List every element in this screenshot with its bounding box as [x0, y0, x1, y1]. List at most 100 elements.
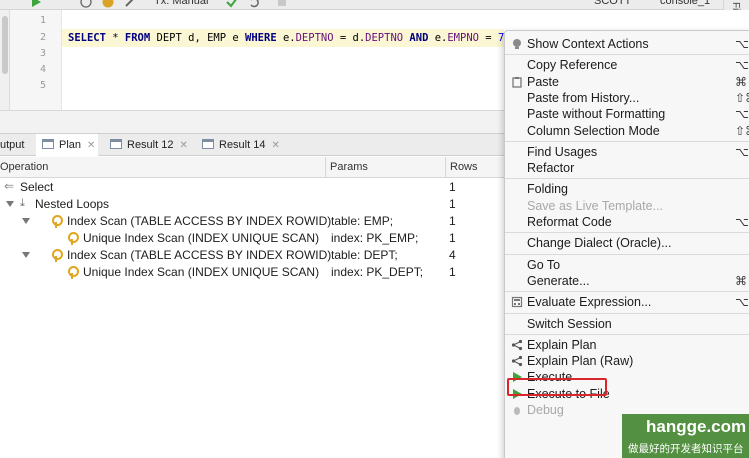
sql-token: DEPT d, EMP e — [150, 32, 246, 44]
menu-item-label: Find Usages — [527, 144, 598, 159]
sql-token: e. — [428, 32, 448, 44]
lightbulb-icon — [513, 39, 521, 49]
menu-item-shortcut: ⌥⇧⌘ — [735, 58, 749, 73]
plan-table-header: Operation Params Rows — [0, 157, 504, 178]
menu-item-switch-session[interactable]: Switch Session — [505, 316, 749, 333]
menu-item-label: Paste from History... — [527, 90, 640, 105]
column-header-rows[interactable]: Rows — [446, 157, 504, 178]
expand-toggle-icon[interactable] — [22, 218, 30, 224]
console-dropdown[interactable]: console_1 — [660, 0, 710, 8]
tab-result-12[interactable]: Result 12 ✕ — [104, 134, 190, 156]
menu-item-label: Column Selection Mode — [527, 123, 660, 138]
sql-query-line[interactable]: SELECT * FROM DEPT d, EMP e WHERE e.DEPT… — [62, 29, 523, 47]
params-cell: index: PK_EMP; — [331, 231, 419, 245]
menu-separator — [505, 312, 749, 314]
clipboard-icon — [512, 76, 522, 88]
menu-separator — [505, 54, 749, 56]
column-header-params[interactable]: Params — [326, 157, 446, 178]
menu-item-label: Go To — [527, 257, 561, 272]
menu-item-folding[interactable]: Folding — [505, 181, 749, 198]
menu-item-label: Explain Plan — [527, 337, 597, 352]
menu-item-label: Reformat Code — [527, 215, 612, 229]
menu-item-label: Generate... — [527, 273, 590, 288]
menu-item-label: Switch Session — [527, 316, 612, 331]
wrench-icon[interactable] — [124, 0, 136, 8]
operation-cell: Index Scan (TABLE ACCESS BY INDEX ROWID) — [67, 214, 332, 228]
menu-item-label: Paste without Formatting — [527, 107, 666, 122]
menu-item-shortcut: ⌥⇧⌘ — [735, 107, 749, 122]
menu-item-label: Save as Live Template... — [527, 198, 663, 213]
table-row[interactable]: ⇐ Select 1 — [0, 179, 504, 196]
menu-separator — [505, 178, 749, 180]
key-icon — [52, 215, 63, 228]
menu-separator — [505, 291, 749, 293]
line-number: 2 — [39, 32, 46, 43]
rows-cell: 1 — [449, 265, 456, 279]
menu-item-shortcut: ⌘ — [735, 74, 747, 89]
schema-dropdown[interactable]: SCOTT — [594, 0, 631, 8]
menu-item-label: Change Dialect (Oracle)... — [527, 236, 672, 251]
menu-item-paste[interactable]: Paste ⌘ — [505, 74, 749, 91]
menu-item-find-usages[interactable]: Find Usages ⌥ — [505, 144, 749, 161]
menu-item-paste-without-formatting[interactable]: Paste without Formatting ⌥⇧⌘ — [505, 106, 749, 123]
menu-item-label: Explain Plan (Raw) — [527, 354, 634, 369]
highlight-box — [507, 378, 607, 396]
close-icon[interactable]: ✕ — [87, 140, 95, 151]
watermark: hangge.com 做最好的开发者知识平台 — [622, 414, 749, 458]
menu-item-copy-reference[interactable]: Copy Reference ⌥⇧⌘ — [505, 57, 749, 74]
tab-output[interactable]: utput — [0, 134, 30, 156]
menu-item-shortcut: ⌥ — [735, 144, 749, 159]
line-gutter: 1 2 3 4 5 — [10, 10, 62, 110]
sql-token: DEPTNO — [365, 32, 404, 44]
menu-item-generate[interactable]: Generate... ⌘ — [505, 273, 749, 290]
column-header-operation[interactable]: Operation — [0, 157, 326, 178]
scroll-thumb[interactable] — [2, 16, 8, 74]
history-icon[interactable] — [80, 0, 92, 8]
sql-token: WHERE — [245, 32, 277, 44]
expand-toggle-icon[interactable] — [6, 201, 14, 207]
sql-token: EMPNO — [447, 32, 479, 44]
operation-cell: Unique Index Scan (INDEX UNIQUE SCAN) — [83, 265, 320, 279]
close-icon[interactable]: ✕ — [271, 140, 279, 151]
menu-item-column-selection-mode[interactable]: Column Selection Mode ⇧⌘ — [505, 123, 749, 140]
calculator-icon — [511, 297, 523, 308]
menu-item-reformat-code[interactable]: Reformat Code ⌥⌘ — [505, 214, 749, 231]
rollback-icon[interactable] — [248, 0, 260, 8]
menu-item-show-context-actions[interactable]: Show Context Actions ⌥ — [505, 36, 749, 53]
tx-mode-dropdown[interactable]: Tx: Manual — [154, 0, 208, 8]
menu-item-go-to[interactable]: Go To — [505, 257, 749, 274]
watermark-site: hangge.com — [646, 417, 747, 436]
table-row[interactable]: Unique Index Scan (INDEX UNIQUE SCAN) ind… — [0, 264, 504, 281]
tab-result-14[interactable]: Result 14 ✕ — [196, 134, 286, 156]
menu-separator — [505, 333, 749, 335]
editor-footer — [0, 110, 504, 134]
debug-icon — [514, 407, 520, 415]
watermark-tagline: 做最好的开发者知识平台 — [628, 443, 744, 455]
menu-item-explain-plan-raw[interactable]: Explain Plan (Raw) — [505, 353, 749, 370]
line-number: 4 — [39, 64, 46, 75]
table-row[interactable]: Index Scan (TABLE ACCESS BY INDEX ROWID)… — [0, 213, 504, 230]
menu-item-explain-plan[interactable]: Explain Plan — [505, 337, 749, 354]
menu-item-paste-from-history[interactable]: Paste from History... ⇧⌘ — [505, 90, 749, 107]
tab-plan[interactable]: Plan ✕ — [36, 134, 98, 156]
stop-icon[interactable] — [276, 0, 288, 8]
commit-icon[interactable] — [226, 0, 238, 8]
expand-toggle-icon[interactable] — [22, 252, 30, 258]
menu-item-label: Show Context Actions — [527, 37, 649, 51]
operation-cell: Select — [20, 180, 54, 194]
sql-token: = d. — [333, 32, 366, 44]
table-row[interactable]: ⤓ Nested Loops 1 — [0, 196, 504, 213]
close-icon[interactable]: ✕ — [179, 140, 187, 151]
sql-token: AND — [409, 32, 429, 44]
menu-item-refactor[interactable]: Refactor — [505, 160, 749, 177]
table-row[interactable]: Index Scan (TABLE ACCESS BY INDEX ROWID)… — [0, 247, 504, 264]
menu-item-shortcut: ⌥ — [735, 37, 749, 51]
menu-item-shortcut: ⌘ — [735, 273, 747, 288]
run-icon[interactable] — [30, 0, 42, 8]
menu-item-change-dialect-oracle[interactable]: Change Dialect (Oracle)... — [505, 235, 749, 252]
main-toolbar: Tx: Manual SCOTT console_1 — [0, 0, 749, 10]
menu-item-evaluate-expression[interactable]: Evaluate Expression... ⌥ — [505, 294, 749, 311]
line-number: 1 — [39, 15, 46, 26]
table-row[interactable]: Unique Index Scan (INDEX UNIQUE SCAN) ind… — [0, 230, 504, 247]
p-icon[interactable] — [102, 0, 114, 8]
